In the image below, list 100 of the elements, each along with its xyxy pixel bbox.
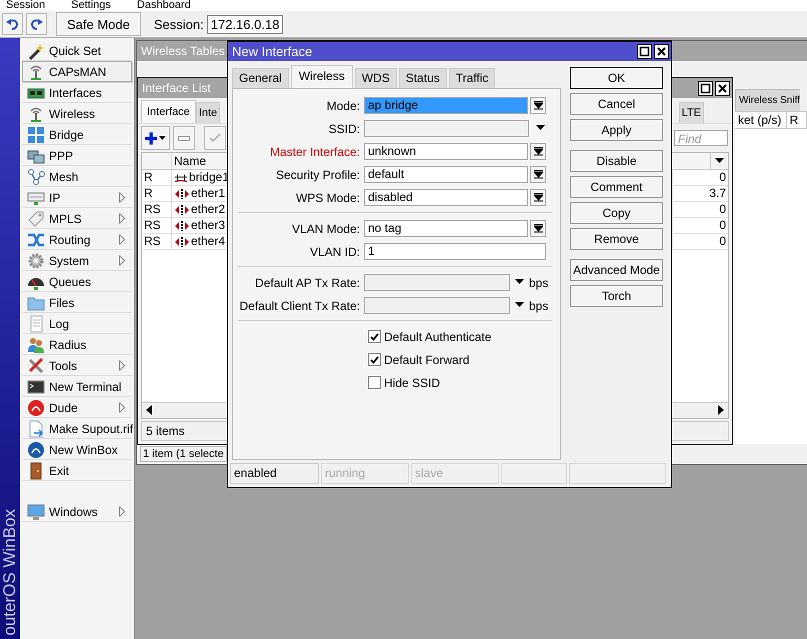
people-icon	[27, 336, 45, 354]
unit-label: bps	[529, 298, 548, 312]
select-field[interactable]: unknown	[364, 143, 528, 160]
dialog-button[interactable]: Advanced Mode	[570, 259, 663, 281]
dialog-button[interactable]: Apply	[570, 119, 663, 141]
close-icon[interactable]	[715, 80, 730, 96]
window-title: Wireless Tables	[141, 44, 225, 58]
sidebar-item[interactable]: New Terminal	[22, 376, 132, 397]
field-label: Master Interface:	[268, 144, 361, 158]
dropdown-arrow-icon[interactable]	[515, 278, 524, 286]
dialog-button[interactable]: Cancel	[570, 93, 663, 115]
sidebar-item[interactable]: Wireless	[22, 103, 132, 124]
dropdown-arrow-icon[interactable]	[536, 124, 545, 132]
safe-mode-button[interactable]: Safe Mode	[56, 12, 141, 36]
session-label: Session:	[154, 16, 204, 32]
dialog-button[interactable]: Comment	[570, 176, 663, 198]
dropdown-arrow-icon[interactable]	[515, 300, 524, 310]
sidebar-item[interactable]: CAPsMAN	[22, 61, 132, 82]
sidebar-item[interactable]: System	[22, 250, 132, 271]
checkbox[interactable]	[368, 330, 381, 343]
tab[interactable]: Inte	[196, 102, 220, 123]
tab[interactable]: Status	[398, 68, 447, 88]
tab[interactable]: Traffic	[448, 68, 496, 88]
dropdown-button[interactable]	[530, 143, 546, 160]
sidebar-item[interactable]: Bridge	[22, 124, 132, 145]
session-field[interactable]: 172.16.0.18	[206, 14, 284, 34]
tab[interactable]: WDS	[354, 68, 397, 88]
sidebar-item[interactable]: Interfaces	[22, 82, 132, 103]
redo-button[interactable]	[26, 13, 47, 35]
unit-label: bps	[529, 276, 548, 290]
menu-item[interactable]: Settings	[71, 0, 111, 11]
checkmark-icon	[370, 356, 379, 364]
sidebar-item[interactable]: Log	[22, 313, 132, 334]
dialog-button[interactable]: OK	[570, 67, 663, 89]
sidebar-item[interactable]: Radius	[22, 334, 132, 355]
dialog-button[interactable]: Disable	[570, 150, 663, 172]
nodes-icon	[27, 168, 45, 186]
circle-logo-icon	[27, 398, 45, 416]
sidebar-item[interactable]: IP	[22, 187, 132, 208]
close-icon[interactable]	[654, 44, 669, 59]
checkbox[interactable]	[368, 353, 381, 366]
tab[interactable]: Wireless	[290, 65, 353, 88]
sidebar-item[interactable]: Windows	[22, 501, 132, 522]
bridge-icon	[174, 172, 188, 182]
scroll-right-icon[interactable]	[716, 405, 726, 415]
add-button[interactable]	[141, 126, 170, 150]
undo-icon	[6, 18, 19, 30]
sidebar-item[interactable]: Routing	[22, 229, 132, 250]
select-field[interactable]: disabled	[364, 189, 528, 206]
status-cell: enabled	[230, 463, 319, 484]
dialog-button[interactable]: Copy	[570, 202, 663, 224]
tab[interactable]: General	[232, 68, 289, 88]
field-label: SSID:	[328, 122, 361, 136]
sidebar-item[interactable]: MPLS	[22, 208, 132, 229]
column-header[interactable]: Name	[172, 153, 229, 169]
minus-icon	[178, 136, 190, 140]
plus-icon	[145, 132, 158, 144]
table-cell: R	[142, 170, 172, 185]
window-title: New Interface	[232, 44, 314, 59]
tab[interactable]: Wireless Sniff	[735, 89, 800, 111]
tab[interactable]: Interface	[141, 100, 196, 123]
dialog-button[interactable]: Torch	[570, 285, 663, 307]
product-name-label: outerOS WinBox	[0, 509, 20, 636]
sidebar-item[interactable]: Files	[22, 292, 132, 313]
field-label: Security Profile:	[274, 168, 361, 182]
table-cell: RS	[142, 234, 172, 249]
sidebar-item[interactable]: Dude	[22, 397, 132, 418]
maximize-icon[interactable]	[637, 44, 652, 59]
status-cell: running	[321, 463, 409, 484]
select-field[interactable]: no tag	[364, 220, 528, 237]
input-field[interactable]: 1	[364, 243, 546, 260]
menu-item[interactable]: Dashboard	[136, 0, 191, 11]
dropdown-button[interactable]	[530, 97, 546, 114]
select-field[interactable]: default	[364, 166, 528, 183]
sidebar-item[interactable]: New WinBox	[22, 439, 132, 460]
remove-button[interactable]	[173, 126, 195, 150]
sidebar-item[interactable]: Exit	[22, 460, 132, 481]
sidebar-item[interactable]: PPP	[22, 145, 132, 166]
undo-button[interactable]	[2, 13, 23, 35]
column-header[interactable]: R	[786, 112, 807, 128]
arrows-icon	[27, 126, 45, 144]
menu-item[interactable]: Session	[6, 0, 46, 11]
sidebar-item[interactable]: Tools	[22, 355, 132, 376]
field-label: Mode:	[326, 98, 361, 112]
dropdown-button[interactable]	[530, 220, 546, 237]
column-header[interactable]: ket (p/s)	[735, 112, 787, 128]
dialog-button[interactable]: Remove	[570, 228, 663, 250]
sidebar-item[interactable]: Queues	[22, 271, 132, 292]
maximize-icon[interactable]	[698, 80, 713, 96]
dropdown-button[interactable]	[530, 166, 546, 183]
scroll-left-icon[interactable]	[144, 405, 154, 415]
dropdown-arrow-icon[interactable]	[715, 156, 724, 166]
dropdown-arrow-icon	[534, 170, 542, 179]
checkbox-label: Hide SSID	[384, 376, 440, 390]
sidebar-item[interactable]: Make Supout.rif	[22, 418, 132, 439]
checkbox[interactable]	[368, 376, 381, 389]
sidebar-item[interactable]: Mesh	[22, 166, 132, 187]
select-field[interactable]: ap bridge	[364, 97, 528, 114]
tab[interactable]: LTE	[678, 102, 704, 123]
dropdown-button[interactable]	[530, 189, 546, 206]
